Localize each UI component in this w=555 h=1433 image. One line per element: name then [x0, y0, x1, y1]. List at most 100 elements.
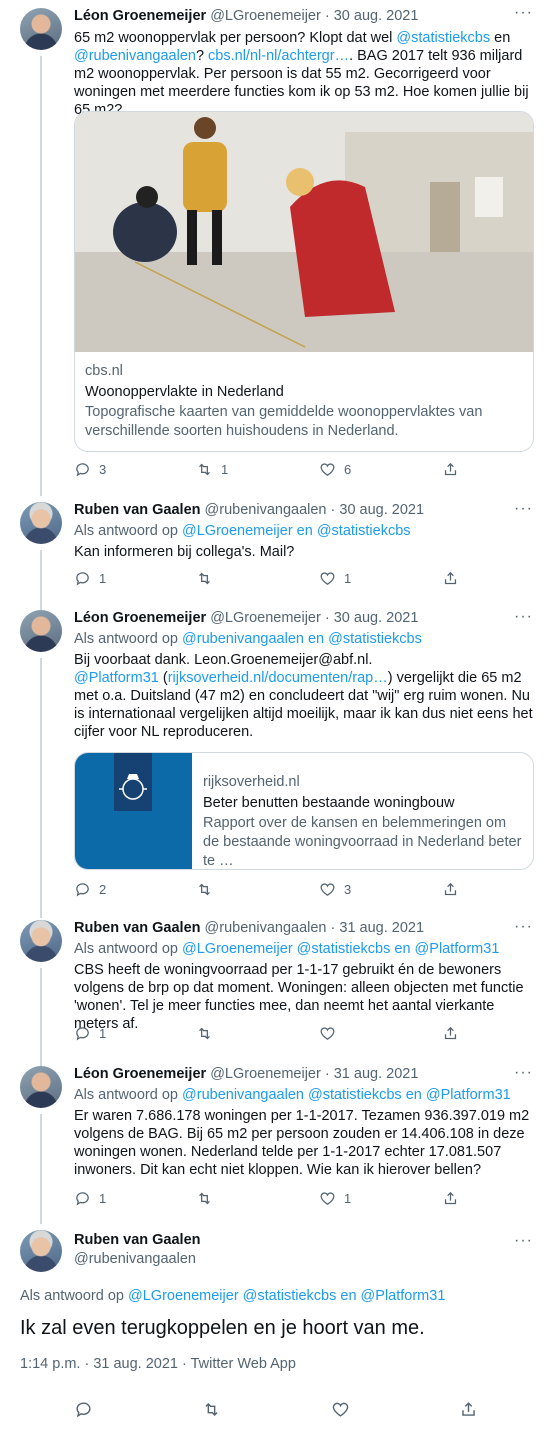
- tweet-date[interactable]: 30 aug. 2021: [334, 610, 419, 626]
- author-name[interactable]: Ruben van Gaalen: [74, 920, 201, 936]
- thread-line: [40, 968, 42, 1068]
- reply-icon[interactable]: [74, 1400, 93, 1419]
- author-name[interactable]: Léon Groenemeijer: [74, 8, 206, 24]
- tweet[interactable]: Léon Groenemeijer @LGroenemeijer · 30 au…: [0, 0, 555, 496]
- tweet-text: 65 m2 woonoppervlak per persoon? Klopt d…: [74, 29, 536, 119]
- more-options-icon[interactable]: ···: [514, 500, 533, 518]
- card-text: rijksoverheid.nl Beter benutten bestaand…: [203, 773, 523, 869]
- url-link[interactable]: rijksoverheid.nl/documenten/rap…: [168, 670, 388, 686]
- tweet[interactable]: Ruben van Gaalen @rubenivangaalen · 30 a…: [0, 500, 555, 610]
- more-options-icon[interactable]: ···: [514, 918, 533, 936]
- card-description: Topografische kaarten van gemiddelde woo…: [85, 404, 483, 439]
- link-card[interactable]: rijksoverheid.nl Beter benutten bestaand…: [74, 752, 534, 870]
- tweet-text: Bij voorbaat dank. Leon.Groenemeijer@abf…: [74, 651, 536, 741]
- tweet-date[interactable]: 30 aug. 2021: [334, 8, 419, 24]
- link-card[interactable]: cbs.nl Woonoppervlakte in Nederland Topo…: [74, 111, 534, 452]
- tweet-meta[interactable]: 1:14 p.m. · 31 aug. 2021 · Twitter Web A…: [20, 1356, 296, 1372]
- retweet-icon: [199, 572, 210, 585]
- like-count: 1: [344, 571, 352, 586]
- retweet-button[interactable]: [196, 1025, 213, 1042]
- like-button[interactable]: 1: [319, 570, 351, 587]
- tweet-actions: 2 3: [74, 881, 464, 901]
- reply-mentions[interactable]: @rubenivangaalen en @statistiekcbs: [182, 631, 422, 647]
- separator: ·: [326, 502, 340, 518]
- tweet-date[interactable]: 30 aug. 2021: [339, 502, 424, 518]
- reply-button[interactable]: 2: [74, 881, 106, 898]
- retweet-icon[interactable]: [202, 1400, 221, 1419]
- author-handle[interactable]: @LGroenemeijer: [210, 610, 321, 626]
- more-options-icon[interactable]: ···: [514, 1064, 533, 1082]
- retweet-button[interactable]: 1: [196, 461, 228, 478]
- tweet[interactable]: Léon Groenemeijer @LGroenemeijer · 31 au…: [0, 1064, 555, 1224]
- like-button[interactable]: 3: [319, 881, 351, 898]
- share-button[interactable]: [442, 461, 459, 478]
- reply-button[interactable]: 3: [74, 461, 106, 478]
- card-description: Rapport over de kansen en belemmeringen …: [203, 815, 522, 869]
- reply-prefix: Als antwoord op: [20, 1288, 129, 1304]
- share-button[interactable]: [442, 1025, 459, 1042]
- card-image: [75, 753, 192, 869]
- thread-line: [40, 56, 42, 496]
- reply-button[interactable]: 1: [74, 1025, 106, 1042]
- reply-button[interactable]: 1: [74, 1190, 106, 1207]
- tweet-header: Léon Groenemeijer @LGroenemeijer · 30 au…: [74, 8, 418, 24]
- avatar[interactable]: [20, 1066, 62, 1108]
- author-handle[interactable]: @LGroenemeijer: [210, 8, 321, 24]
- reply-prefix: Als antwoord op: [74, 1087, 183, 1103]
- avatar[interactable]: [20, 610, 62, 652]
- tweet-date[interactable]: 31 aug. 2021: [334, 1066, 419, 1082]
- separator: ·: [320, 1066, 334, 1082]
- reply-icon: [76, 463, 89, 477]
- like-count: 3: [344, 882, 352, 897]
- thread-line: [40, 550, 42, 610]
- retweet-button[interactable]: [196, 570, 213, 587]
- card-photo-illustration: [75, 112, 533, 352]
- share-icon[interactable]: [459, 1400, 478, 1419]
- more-options-icon[interactable]: ···: [514, 1232, 533, 1250]
- like-button[interactable]: [319, 1025, 336, 1042]
- reply-button[interactable]: 1: [74, 570, 106, 587]
- share-button[interactable]: [442, 1190, 459, 1207]
- avatar[interactable]: [20, 8, 62, 50]
- like-button[interactable]: 6: [319, 461, 351, 478]
- share-button[interactable]: [442, 881, 459, 898]
- reply-mentions[interactable]: @LGroenemeijer en @statistiekcbs: [182, 523, 411, 539]
- coat-of-arms-icon: [119, 774, 147, 800]
- more-options-icon[interactable]: ···: [514, 608, 533, 626]
- mention-link[interactable]: @rubenivangaalen: [74, 48, 196, 64]
- reply-count: 2: [99, 882, 107, 897]
- tweet-date[interactable]: 31 aug. 2021: [339, 920, 424, 936]
- share-button[interactable]: [442, 570, 459, 587]
- author-handle[interactable]: @rubenivangaalen: [205, 920, 327, 936]
- author-name[interactable]: Ruben van Gaalen: [74, 502, 201, 518]
- avatar[interactable]: [20, 920, 62, 962]
- reply-mentions[interactable]: @LGroenemeijer @statistiekcbs en @Platfo…: [182, 941, 499, 957]
- tweet-actions: [74, 1400, 484, 1422]
- reply-mentions[interactable]: @rubenivangaalen @statistiekcbs en @Plat…: [182, 1087, 511, 1103]
- author-handle[interactable]: @rubenivangaalen: [74, 1251, 201, 1267]
- mention-link[interactable]: @statistiekcbs: [396, 30, 490, 46]
- mention-link[interactable]: @Platform31: [74, 670, 159, 686]
- retweet-button[interactable]: [196, 1190, 213, 1207]
- reply-mentions[interactable]: @LGroenemeijer @statistiekcbs en @Platfo…: [128, 1288, 445, 1304]
- retweet-count: 1: [221, 462, 229, 477]
- url-link[interactable]: cbs.nl/nl-nl/achtergr…: [208, 48, 349, 64]
- author-name[interactable]: Léon Groenemeijer: [74, 610, 206, 626]
- avatar[interactable]: [20, 502, 62, 544]
- card-text: cbs.nl Woonoppervlakte in Nederland Topo…: [85, 362, 523, 441]
- author-name[interactable]: Léon Groenemeijer: [74, 1066, 206, 1082]
- like-button[interactable]: 1: [319, 1190, 351, 1207]
- author-handle[interactable]: @LGroenemeijer: [210, 1066, 321, 1082]
- heart-icon[interactable]: [331, 1400, 350, 1419]
- retweet-icon: [199, 1192, 210, 1205]
- retweet-button[interactable]: [196, 881, 213, 898]
- avatar[interactable]: [20, 1230, 62, 1272]
- more-options-icon[interactable]: ···: [514, 4, 533, 22]
- author-name[interactable]: Ruben van Gaalen: [74, 1232, 201, 1248]
- tweet[interactable]: Ruben van Gaalen @rubenivangaalen · 31 a…: [0, 918, 555, 1068]
- author-handle[interactable]: @rubenivangaalen: [205, 502, 327, 518]
- reply-icon: [76, 1027, 89, 1041]
- tweet[interactable]: Léon Groenemeijer @LGroenemeijer · 30 au…: [0, 608, 555, 918]
- reply-context: Als antwoord op @LGroenemeijer @statisti…: [20, 1288, 445, 1304]
- card-image: [75, 112, 533, 352]
